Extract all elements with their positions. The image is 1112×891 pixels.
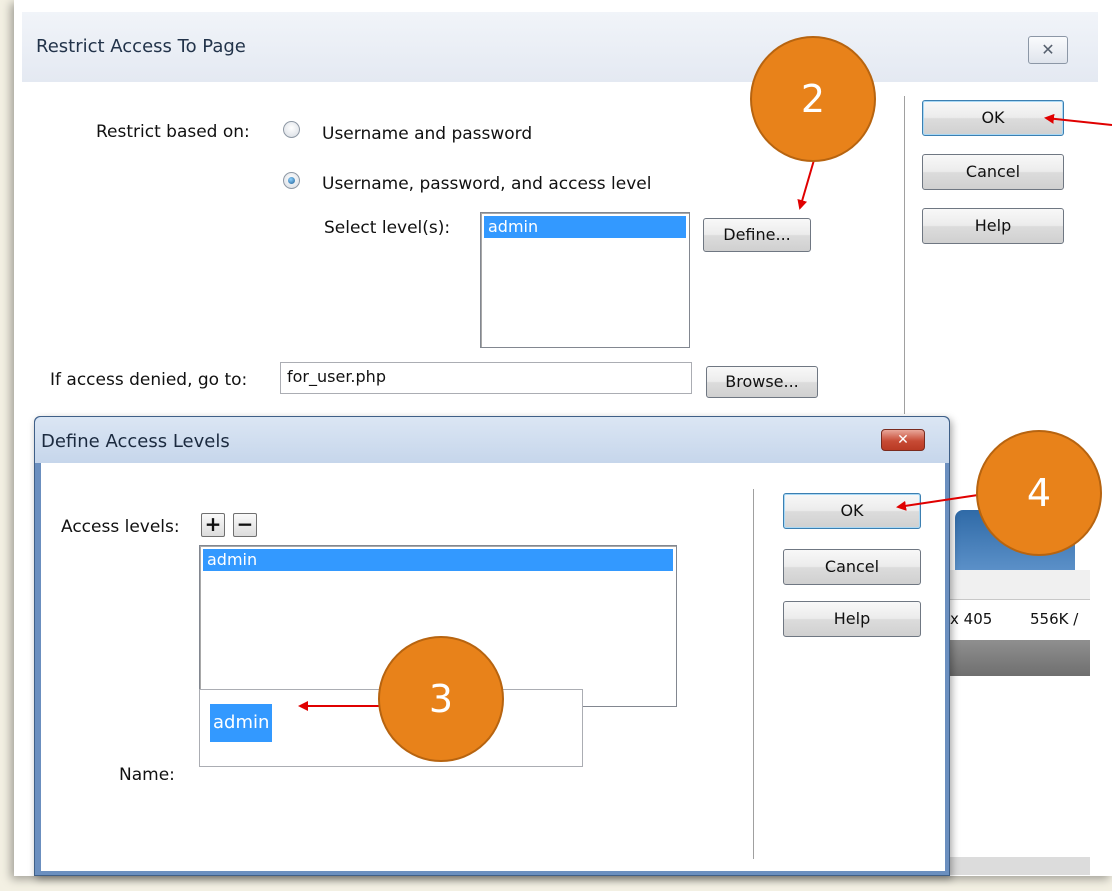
step-2-callout: 2: [750, 36, 876, 162]
restrict-dialog-separator: [904, 96, 905, 414]
name-input-selected-text: admin: [210, 704, 273, 742]
remove-level-button[interactable]: −: [233, 513, 257, 537]
background-status-dimensions: x 405: [950, 610, 993, 628]
define-dialog-titlebar: Define Access Levels ✕: [35, 417, 949, 463]
access-level-item-admin[interactable]: admin: [203, 549, 673, 571]
restrict-based-on-label: Restrict based on:: [96, 122, 250, 142]
browse-button[interactable]: Browse...: [706, 366, 818, 398]
radio-username-password-level[interactable]: [283, 172, 300, 189]
restrict-help-button[interactable]: Help: [922, 208, 1064, 244]
define-button[interactable]: Define...: [703, 218, 811, 252]
define-help-button[interactable]: Help: [783, 601, 921, 637]
define-dialog-title: Define Access Levels: [41, 431, 230, 452]
background-scroll-strip: [950, 857, 1090, 875]
level-item-admin[interactable]: admin: [484, 216, 686, 238]
select-levels-listbox[interactable]: admin: [480, 212, 690, 348]
option-username-password-level-label: Username, password, and access level: [322, 174, 652, 194]
restrict-ok-button[interactable]: OK: [922, 100, 1064, 136]
restrict-dialog-titlebar: Restrict Access To Page: [22, 12, 1098, 82]
if-denied-input[interactable]: for_user.php: [280, 362, 692, 394]
restrict-dialog-title: Restrict Access To Page: [36, 36, 246, 57]
restrict-dialog-close-icon[interactable]: ✕: [1028, 36, 1068, 64]
radio-username-password[interactable]: [283, 121, 300, 138]
name-label: Name:: [119, 765, 175, 785]
restrict-cancel-button[interactable]: Cancel: [922, 154, 1064, 190]
background-dark-bar: [950, 640, 1090, 676]
define-ok-button[interactable]: OK: [783, 493, 921, 529]
select-levels-label: Select level(s):: [324, 218, 451, 238]
add-level-button[interactable]: +: [201, 513, 225, 537]
step-4-callout: 4: [976, 430, 1102, 556]
define-access-levels-dialog: Define Access Levels ✕ Access levels: + …: [34, 416, 950, 876]
background-status-size: 556K /: [1030, 610, 1079, 628]
option-username-password-label: Username and password: [322, 124, 533, 144]
define-dialog-separator: [753, 489, 754, 859]
if-denied-label: If access denied, go to:: [50, 370, 248, 390]
background-toolbar: [950, 570, 1090, 600]
define-dialog-close-icon[interactable]: ✕: [881, 429, 925, 451]
step-3-callout: 3: [378, 636, 504, 762]
access-levels-label: Access levels:: [61, 517, 180, 537]
define-cancel-button[interactable]: Cancel: [783, 549, 921, 585]
